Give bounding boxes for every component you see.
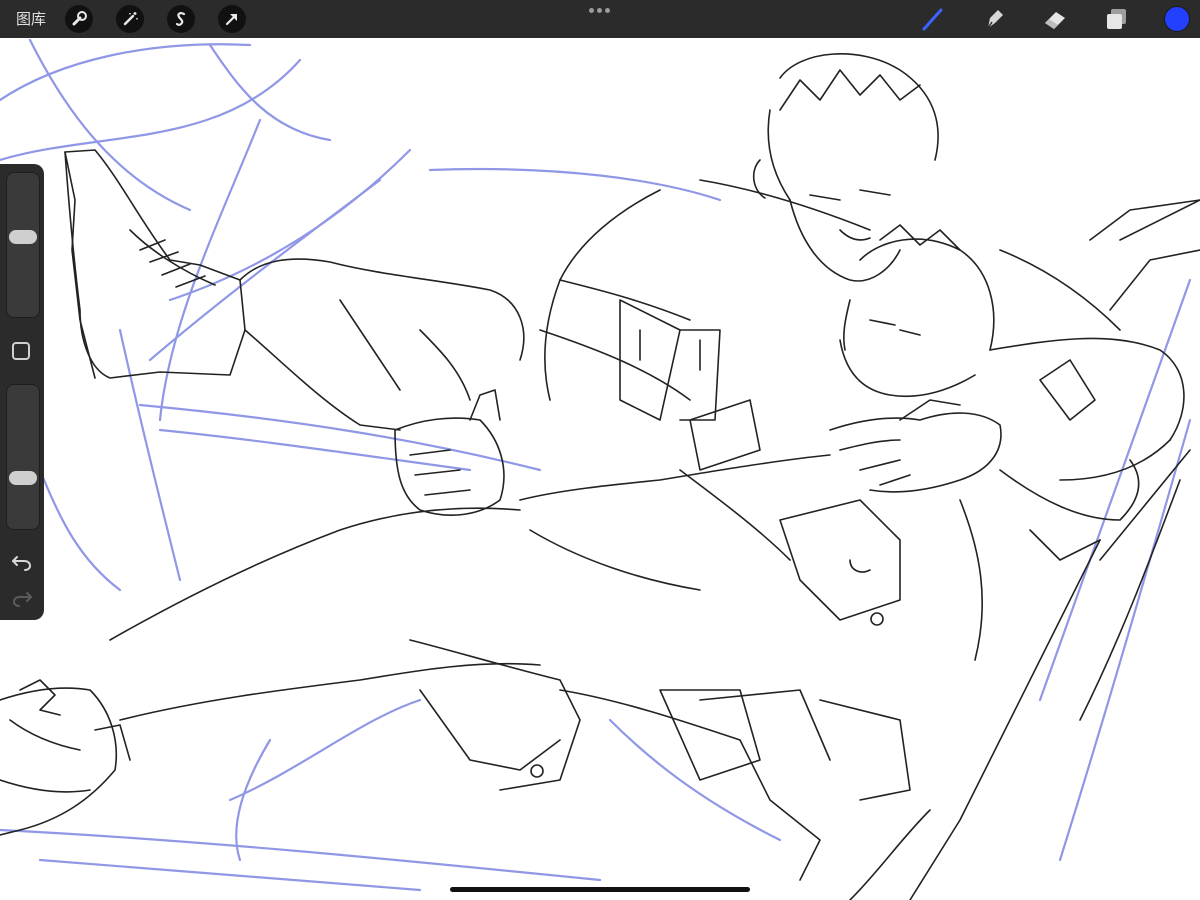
- redo-icon[interactable]: [10, 588, 34, 608]
- eraser-button[interactable]: [1040, 4, 1070, 34]
- smudge-icon: [987, 10, 1003, 29]
- brush-icon: [922, 8, 943, 31]
- drawing-canvas[interactable]: [0, 38, 1200, 900]
- brush-size-slider[interactable]: [6, 172, 40, 318]
- opacity-thumb[interactable]: [9, 471, 37, 486]
- brush-button[interactable]: [918, 4, 948, 34]
- actions-button[interactable]: [65, 5, 93, 33]
- wrench-icon: [72, 11, 87, 26]
- selection-s-icon: [175, 12, 186, 26]
- magic-wand-icon: [123, 12, 138, 26]
- transform-button[interactable]: [218, 5, 246, 33]
- brush-sidebar: [0, 164, 44, 620]
- square-icon[interactable]: [12, 342, 30, 360]
- undo-icon[interactable]: [10, 552, 34, 572]
- brush-size-thumb[interactable]: [9, 230, 37, 245]
- adjustments-button[interactable]: [116, 5, 144, 33]
- ink-layer: [0, 53, 1200, 900]
- sketch-layer: [0, 38, 1192, 892]
- color-picker-button[interactable]: [1165, 7, 1189, 31]
- transform-arrow-icon: [225, 13, 238, 26]
- eraser-icon: [1045, 12, 1065, 29]
- top-toolbar: 图库: [0, 0, 1200, 38]
- layers-button[interactable]: [1102, 4, 1132, 34]
- window-grabber[interactable]: [589, 8, 611, 14]
- home-indicator[interactable]: [450, 887, 750, 892]
- opacity-slider[interactable]: [6, 384, 40, 530]
- gallery-button[interactable]: 图库: [16, 9, 46, 29]
- smudge-button[interactable]: [979, 4, 1009, 34]
- layers-icon: [1107, 9, 1126, 29]
- selection-button[interactable]: [167, 5, 195, 33]
